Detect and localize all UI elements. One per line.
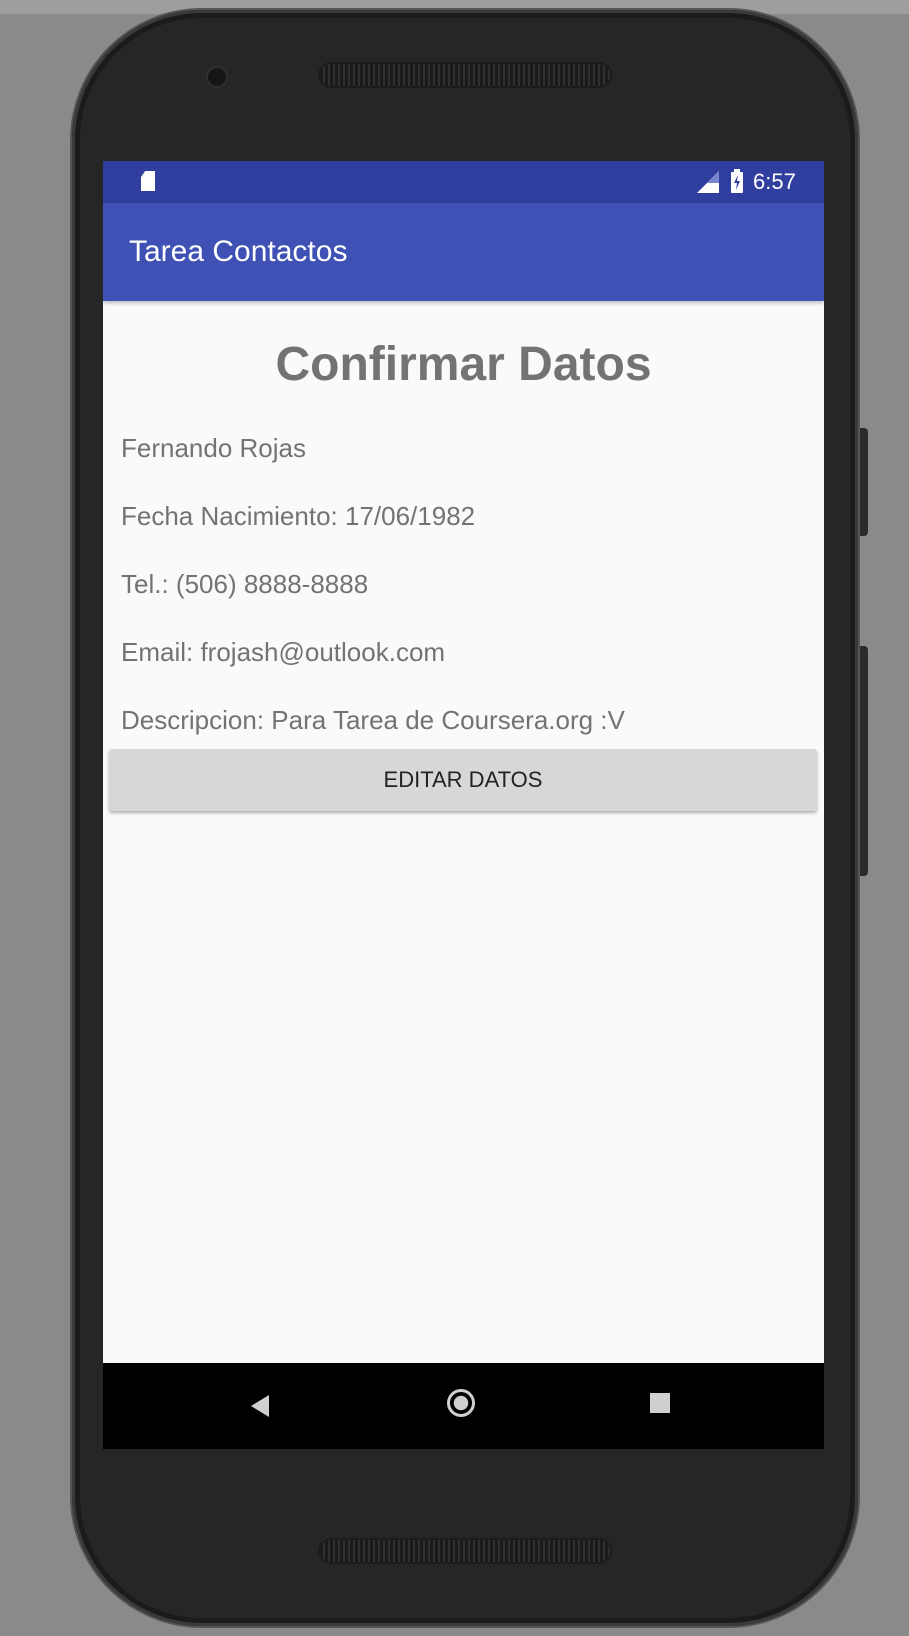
contact-birth-date: Fecha Nacimiento: 17/06/1982 bbox=[121, 501, 476, 531]
back-icon[interactable] bbox=[251, 1395, 269, 1417]
bottom-speaker bbox=[320, 1540, 610, 1562]
contact-description: Descripcion: Para Tarea de Coursera.org … bbox=[121, 705, 625, 735]
app-bar: Tarea Contactos bbox=[103, 203, 824, 301]
device-screen: 6:57 Tarea Contactos Confirmar Datos Fer… bbox=[103, 161, 824, 1449]
front-camera bbox=[208, 68, 226, 86]
edit-data-button[interactable]: EDITAR DATOS bbox=[109, 749, 817, 811]
navigation-bar bbox=[103, 1363, 824, 1449]
power-button bbox=[860, 428, 868, 536]
home-icon[interactable] bbox=[447, 1389, 475, 1417]
recent-apps-icon[interactable] bbox=[650, 1393, 670, 1413]
top-speaker bbox=[320, 64, 610, 86]
contact-phone: Tel.: (506) 8888-8888 bbox=[121, 569, 369, 599]
contact-email: Email: frojash@outlook.com bbox=[121, 637, 446, 667]
contact-name: Fernando Rojas bbox=[121, 433, 306, 463]
signal-icon bbox=[697, 171, 719, 193]
volume-button bbox=[860, 646, 868, 876]
app-title: Tarea Contactos bbox=[129, 235, 348, 268]
status-bar: 6:57 bbox=[103, 161, 824, 203]
page-heading: Confirmar Datos bbox=[275, 338, 652, 391]
sd-card-icon bbox=[141, 171, 155, 191]
status-time: 6:57 bbox=[753, 169, 796, 194]
battery-icon bbox=[731, 169, 743, 193]
